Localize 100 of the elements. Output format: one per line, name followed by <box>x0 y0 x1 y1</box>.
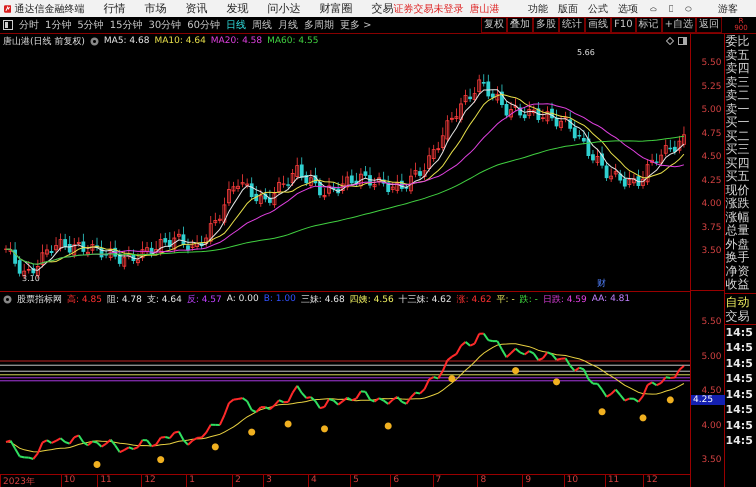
trade-time: 14:5 <box>725 418 754 433</box>
date-axis-label: 3 <box>263 475 308 487</box>
period-tab[interactable]: 日线 <box>226 18 246 32</box>
menu-item[interactable]: 市场 <box>144 1 166 16</box>
price-axis-label: 4.50 <box>701 386 722 396</box>
menu-item[interactable]: 资讯 <box>185 1 208 16</box>
date-axis-label: 10 <box>564 475 605 487</box>
price-axis-label: 4.50 <box>701 152 722 162</box>
toolbar-button[interactable]: 画线 <box>585 17 612 33</box>
quote-label: 换手 <box>725 251 750 264</box>
date-axis-label: 12 <box>643 475 690 487</box>
price-axis-label: 4.25 <box>701 176 722 186</box>
login-status[interactable]: 证券交易未登录 <box>393 2 464 16</box>
quote-label: 买三 <box>725 143 750 156</box>
indicator-value: 十三妹: 4.62 <box>398 294 452 306</box>
panel-toggle-icon[interactable] <box>3 20 13 30</box>
quote-label: 收益 <box>725 278 750 292</box>
price-axis-label: 4.00 <box>701 199 722 209</box>
menu-item[interactable]: 选项 <box>618 2 638 16</box>
date-axis-label: 4 <box>308 475 350 487</box>
indicator-value: 日跌: 4.59 <box>542 294 587 306</box>
period-tab[interactable]: 15分钟 <box>110 18 142 32</box>
indicator-value: 阻: 4.78 <box>106 294 142 306</box>
quote-label: 现价 <box>725 184 750 197</box>
app-logo-icon <box>4 2 12 14</box>
toolbar-button[interactable]: 复权 <box>481 17 508 33</box>
quote-label: 卖一 <box>725 102 750 116</box>
chart-title: 唐山港(日线 前复权) <box>3 36 85 48</box>
menu-item[interactable]: 行情 <box>103 1 126 16</box>
indicator-name: 股票指标网 <box>17 294 62 306</box>
high-price-label: 5.66 <box>577 48 595 57</box>
trade-time: 14:5 <box>725 433 754 448</box>
period-tab[interactable]: 分时 <box>19 18 39 32</box>
toolbar-button[interactable]: 叠加 <box>507 17 534 33</box>
user-name[interactable]: 游客 <box>718 2 738 16</box>
period-tab[interactable]: 30分钟 <box>148 18 182 32</box>
trade-time: 14:5 <box>725 356 754 371</box>
indicator-value: 反: 4.57 <box>186 294 222 306</box>
quote-label: 买五 <box>725 170 750 184</box>
period-tab[interactable]: 月线 <box>278 18 298 32</box>
date-axis-label: 2023年 <box>0 475 61 487</box>
date-axis-label: 11 <box>604 475 644 487</box>
settings-icon[interactable] <box>90 36 99 46</box>
menu-item[interactable]: 公式 <box>588 2 608 16</box>
panel-icon[interactable] <box>678 37 687 45</box>
menu-item[interactable]: 发现 <box>226 1 248 16</box>
indicator-value: 平: - <box>496 294 515 306</box>
date-axis-label: 2 <box>232 475 264 487</box>
stock-name: 唐山港 <box>469 2 500 16</box>
date-axis-label: 12 <box>141 475 186 487</box>
trade-time: 14:5 <box>725 371 754 386</box>
ma-legend-value: MA20: 4.58 <box>210 36 262 46</box>
period-tab[interactable]: 更多 > <box>340 18 372 32</box>
toolbar-button[interactable]: 多股 <box>533 17 560 33</box>
price-axis-label: 3.50 <box>701 246 722 256</box>
menu-item[interactable]: 问小达 <box>267 1 300 16</box>
period-tab[interactable]: 60分钟 <box>187 18 220 32</box>
quote-label: 卖三 <box>725 76 750 89</box>
menu-item[interactable]: 财富圈 <box>319 1 352 16</box>
price-axis-label: 5.25 <box>701 82 722 92</box>
indicator-value: 涨: 4.62 <box>456 294 492 306</box>
quote-label: 委比 <box>725 35 750 48</box>
date-axis-label: 1 <box>186 475 232 487</box>
price-axis-label: 3.75 <box>701 222 722 232</box>
ma-legend-value: MA60: 4.55 <box>267 36 318 46</box>
date-axis-label: 9 <box>522 475 564 487</box>
message-icon[interactable] <box>685 4 692 14</box>
indicator-value: 跌: - <box>520 294 538 306</box>
indicator-value: B: 1.00 <box>264 294 296 304</box>
price-axis-label: 5.50 <box>701 317 722 327</box>
period-tab[interactable]: 5分钟 <box>77 18 104 32</box>
settings-icon[interactable] <box>3 294 12 304</box>
price-axis-label: 4.00 <box>701 420 722 430</box>
indicator-value: 支: 4.64 <box>146 294 182 306</box>
menu-item[interactable]: 版面 <box>558 2 578 16</box>
date-axis-label: 5 <box>350 475 390 487</box>
menu-item[interactable]: 交易 <box>371 1 394 16</box>
period-tab[interactable]: 多周期 <box>304 18 334 32</box>
current-price-tag: 4.25 <box>691 395 725 405</box>
diamond-icon[interactable] <box>666 37 674 45</box>
auto-trade-label[interactable]: 交易 <box>725 308 756 322</box>
quote-label: 涨幅 <box>725 210 750 224</box>
date-axis-label: 7 <box>432 475 478 487</box>
date-axis-label: 11 <box>97 475 142 487</box>
event-marker[interactable]: 财 <box>597 277 606 290</box>
indicator-value: 三妹: 4.68 <box>300 294 345 306</box>
toolbar-button[interactable]: +自选 <box>662 17 696 33</box>
period-tab[interactable]: 周线 <box>252 18 272 32</box>
quote-label: 涨跌 <box>725 197 750 210</box>
menu-item[interactable]: 功能 <box>528 2 548 16</box>
date-axis-label: 10 <box>60 475 98 487</box>
quote-label: 卖五 <box>725 48 750 62</box>
indicator-value: AA: 4.81 <box>592 294 630 304</box>
auto-trade-label[interactable]: 自动 <box>725 294 756 308</box>
period-tab[interactable]: 1分钟 <box>45 18 72 32</box>
phone-icon[interactable] <box>668 3 674 14</box>
toolbar-button[interactable]: 统计 <box>559 17 586 33</box>
toolbar-button[interactable]: 返回 <box>696 17 722 33</box>
toolbar-button[interactable]: F10 <box>611 17 636 33</box>
toolbar-button[interactable]: 标记 <box>636 17 662 33</box>
